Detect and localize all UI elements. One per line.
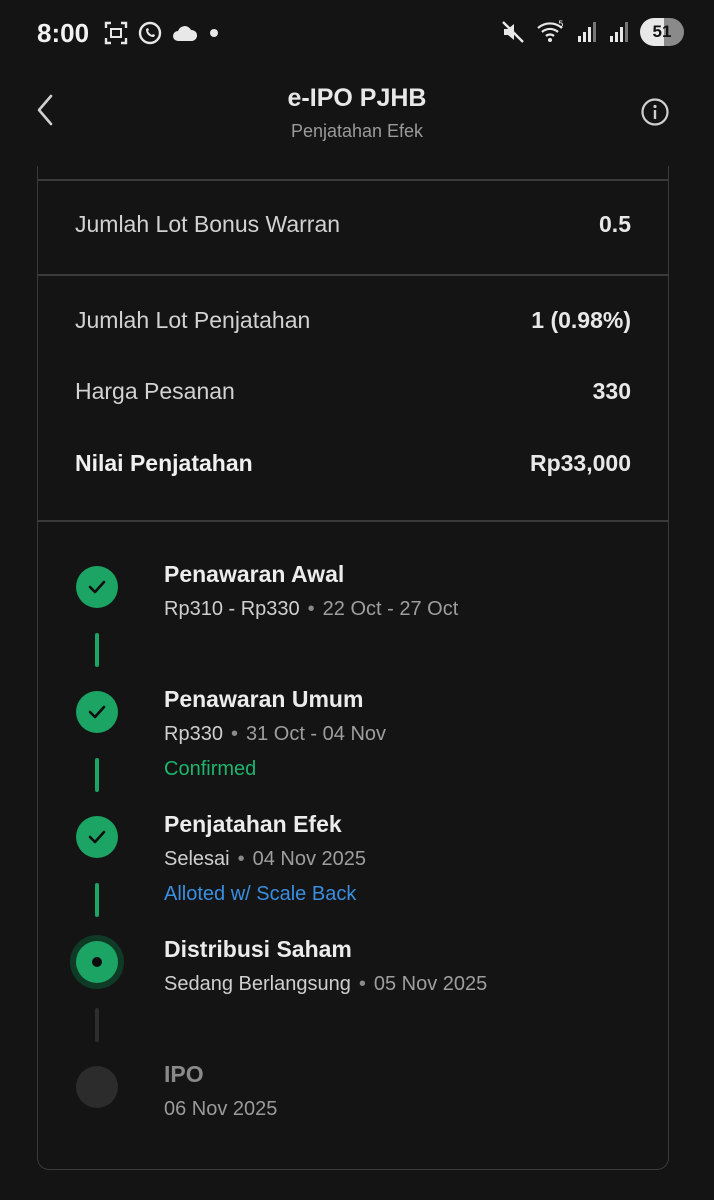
- lot-penjatahan-row: Jumlah Lot Penjatahan 1 (0.98%): [75, 307, 631, 334]
- step-date: 04 Nov 2025: [252, 848, 367, 870]
- bonus-warran-row: Jumlah Lot Bonus Warran 0.5: [75, 211, 631, 238]
- nilai-penjatahan-row: Nilai Penjatahan Rp33,000: [75, 450, 631, 477]
- step-price: Rp330: [164, 723, 223, 745]
- timeline-step-title: Distribusi Saham: [164, 936, 352, 962]
- lot-penjatahan-value: 1 (0.98%): [531, 307, 631, 333]
- screenshot-icon: [104, 21, 128, 45]
- harga-pesanan-value: 330: [592, 378, 631, 404]
- check-icon: [88, 705, 106, 719]
- bonus-warran-value: 0.5: [599, 211, 631, 237]
- page-title: e-IPO PJHB: [287, 84, 427, 112]
- divider: [38, 179, 668, 181]
- status-time: 8:00: [37, 18, 90, 48]
- info-icon: [641, 98, 669, 126]
- step-complete-icon: [76, 691, 118, 733]
- step-pending-icon: [76, 1066, 118, 1108]
- step-date: 31 Oct - 04 Nov: [245, 723, 387, 745]
- step-status-confirmed: Confirmed: [164, 758, 257, 780]
- step-date: 05 Nov 2025: [373, 973, 488, 995]
- step-state: Sedang Berlangsung: [164, 973, 351, 995]
- step-state: Selesai: [164, 848, 230, 870]
- check-icon: [88, 830, 106, 844]
- timeline-step-detail: Rp310 - Rp330 • 22 Oct - 27 Oct: [164, 598, 459, 620]
- timeline-step-title: Penawaran Awal: [164, 561, 345, 587]
- status-bar: 8:00 5 51: [0, 0, 714, 66]
- divider: [38, 274, 668, 276]
- bonus-warran-label: Jumlah Lot Bonus Warran: [75, 211, 341, 237]
- step-current-icon: [76, 941, 118, 983]
- timeline-step-title: Penawaran Umum: [164, 686, 364, 712]
- timeline-connector: [95, 883, 99, 917]
- step-status-alloted: Alloted w/ Scale Back: [164, 883, 357, 905]
- timeline-connector: [95, 758, 99, 792]
- nilai-penjatahan-value: Rp33,000: [529, 450, 631, 476]
- step-complete-icon: [76, 816, 118, 858]
- status-left-icons: [103, 20, 221, 46]
- current-dot-icon: [92, 957, 102, 967]
- timeline-step-title: Penjatahan Efek: [164, 811, 342, 837]
- timeline-connector: [95, 1008, 99, 1042]
- timeline-step-detail: Sedang Berlangsung • 05 Nov 2025: [164, 973, 488, 995]
- wifi-icon: 5: [537, 20, 564, 42]
- divider: [38, 520, 668, 522]
- step-date: 22 Oct - 27 Oct: [322, 598, 459, 620]
- step-date: 06 Nov 2025: [164, 1098, 278, 1120]
- timeline-connector: [95, 633, 99, 667]
- svg-text:5: 5: [558, 20, 564, 30]
- whatsapp-icon: [138, 21, 162, 45]
- page-subtitle: Penjatahan Efek: [290, 121, 424, 141]
- harga-pesanan-label: Harga Pesanan: [75, 378, 235, 404]
- battery-indicator: 51: [640, 18, 684, 46]
- harga-pesanan-row: Harga Pesanan 330: [75, 378, 631, 405]
- header: e-IPO PJHB Penjatahan Efek: [0, 66, 714, 166]
- dot-icon: [210, 29, 218, 37]
- step-complete-icon: [76, 566, 118, 608]
- signal-icon: [578, 22, 596, 42]
- cloud-icon: [173, 26, 198, 41]
- timeline-step-detail: Rp330 • 31 Oct - 04 Nov: [164, 723, 387, 745]
- timeline-step-detail: Selesai • 04 Nov 2025: [164, 848, 367, 870]
- step-price-range: Rp310 - Rp330: [164, 598, 300, 620]
- status-right-icons: 5 51: [500, 18, 684, 46]
- mute-icon: [502, 21, 524, 43]
- nilai-penjatahan-label: Nilai Penjatahan: [75, 450, 253, 476]
- check-icon: [88, 580, 106, 594]
- lot-penjatahan-label: Jumlah Lot Penjatahan: [75, 307, 311, 333]
- timeline-step-title: IPO: [164, 1061, 204, 1087]
- allotment-card: Jumlah Lot Bonus Warran 0.5 Jumlah Lot P…: [37, 166, 669, 1170]
- signal-icon: [610, 22, 628, 42]
- info-button[interactable]: [640, 97, 670, 127]
